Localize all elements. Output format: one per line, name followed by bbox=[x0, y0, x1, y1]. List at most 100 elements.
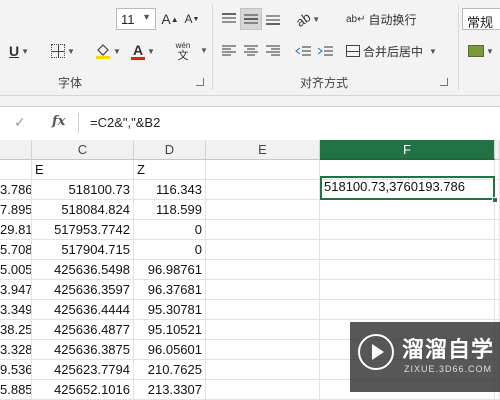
grid-cell[interactable] bbox=[495, 220, 500, 240]
align-center-button[interactable] bbox=[240, 40, 262, 62]
grid-cell[interactable]: 425636.4877 bbox=[32, 320, 134, 340]
grid-cell[interactable] bbox=[206, 300, 320, 320]
grid-cell[interactable]: 425623.7794 bbox=[32, 360, 134, 380]
grid-cell[interactable]: 38.25 bbox=[0, 320, 32, 340]
grid-cell[interactable] bbox=[320, 260, 495, 280]
grid-cell[interactable]: 425636.5498 bbox=[32, 260, 134, 280]
grid-cell[interactable]: 425636.3597 bbox=[32, 280, 134, 300]
active-cell-f2[interactable]: 518100.73,3760193.786 bbox=[320, 176, 498, 203]
grid-cell[interactable] bbox=[206, 280, 320, 300]
grid-cell[interactable]: 5.708 bbox=[0, 240, 32, 260]
grid-cell[interactable]: 96.37681 bbox=[134, 280, 206, 300]
column-header-e[interactable]: E bbox=[206, 140, 320, 160]
grid-cell[interactable] bbox=[320, 240, 495, 260]
align-left-button[interactable] bbox=[218, 40, 240, 62]
grid-cell[interactable] bbox=[206, 220, 320, 240]
grid-cell[interactable] bbox=[206, 160, 320, 180]
grid-cell[interactable]: 5.005 bbox=[0, 260, 32, 280]
grid-cell[interactable]: 3.947 bbox=[0, 280, 32, 300]
grid-cell[interactable] bbox=[320, 300, 495, 320]
currency-format-button[interactable]: ▼ bbox=[466, 40, 496, 62]
grid-cell[interactable]: 425636.4444 bbox=[32, 300, 134, 320]
grid-cell[interactable] bbox=[206, 380, 320, 400]
grid-cell[interactable]: 425636.3875 bbox=[32, 340, 134, 360]
grid-cell[interactable]: 95.30781 bbox=[134, 300, 206, 320]
grid-cell[interactable]: 3.786 bbox=[0, 180, 32, 200]
grid-cell[interactable]: 517904.715 bbox=[32, 240, 134, 260]
grid-cell[interactable]: 96.98761 bbox=[134, 260, 206, 280]
grid-cell[interactable] bbox=[206, 260, 320, 280]
font-group-label: 字体 bbox=[58, 76, 83, 90]
font-size-select[interactable]: 11 ▼ bbox=[116, 8, 156, 30]
alignment-dialog-launcher-icon[interactable] bbox=[440, 78, 448, 86]
merge-center-button[interactable]: 合并后居中 ▼ bbox=[346, 40, 446, 62]
grid-cell[interactable]: 9.536 bbox=[0, 360, 32, 380]
grid-cell[interactable] bbox=[495, 160, 500, 180]
align-middle-button[interactable] bbox=[240, 8, 262, 30]
grid-cell[interactable] bbox=[320, 200, 495, 220]
grid-cell[interactable]: 210.7625 bbox=[134, 360, 206, 380]
grid-cell[interactable]: 0 bbox=[134, 240, 206, 260]
underline-button[interactable]: U ▼ bbox=[4, 40, 34, 62]
grid-cell[interactable]: 5.885 bbox=[0, 380, 32, 400]
grid-cell[interactable] bbox=[0, 160, 32, 180]
grid-cell[interactable]: 7.895 bbox=[0, 200, 32, 220]
grid-cell[interactable] bbox=[320, 280, 495, 300]
column-header-c[interactable]: C bbox=[32, 140, 134, 160]
grid-cell[interactable]: 425652.1016 bbox=[32, 380, 134, 400]
grid-cell[interactable] bbox=[206, 180, 320, 200]
insert-function-icon[interactable]: fx bbox=[52, 114, 65, 129]
grid-cell[interactable]: Z bbox=[134, 160, 206, 180]
grid-cell[interactable]: 3.349 bbox=[0, 300, 32, 320]
increase-indent-button[interactable] bbox=[314, 40, 336, 62]
grid-cell[interactable]: 517953.7742 bbox=[32, 220, 134, 240]
formula-input[interactable]: =C2&","&B2 bbox=[90, 115, 160, 130]
shrink-font-button[interactable]: A ▼ bbox=[182, 8, 202, 30]
grid-cell[interactable]: 29.81 bbox=[0, 220, 32, 240]
grid-cell[interactable] bbox=[206, 340, 320, 360]
grid-cell[interactable]: 96.05601 bbox=[134, 340, 206, 360]
orientation-button[interactable]: ab ▼ bbox=[292, 8, 324, 30]
grid-cell[interactable]: 95.10521 bbox=[134, 320, 206, 340]
fill-handle[interactable] bbox=[492, 197, 498, 203]
font-dialog-launcher-icon[interactable] bbox=[196, 78, 204, 86]
chevron-down-icon[interactable]: ▼ bbox=[200, 46, 208, 55]
grid-cell[interactable]: E bbox=[32, 160, 134, 180]
align-top-button[interactable] bbox=[218, 8, 240, 30]
grid-cell[interactable] bbox=[495, 300, 500, 320]
align-bottom-button[interactable] bbox=[262, 8, 284, 30]
grid-cell[interactable]: 518100.73 bbox=[32, 180, 134, 200]
enter-check-icon[interactable]: ✓ bbox=[14, 114, 26, 131]
grid-cell[interactable] bbox=[495, 240, 500, 260]
grid-cell[interactable] bbox=[495, 200, 500, 220]
grid-cell[interactable]: 116.343 bbox=[134, 180, 206, 200]
column-header-f[interactable]: F bbox=[320, 140, 495, 160]
grid-cell[interactable] bbox=[206, 240, 320, 260]
align-bottom-icon bbox=[266, 15, 280, 25]
wrap-text-button[interactable]: ab↵ 自动换行 bbox=[346, 8, 422, 30]
grid-cell[interactable] bbox=[206, 360, 320, 380]
grid-cell[interactable]: 3.328 bbox=[0, 340, 32, 360]
grid-cell[interactable] bbox=[495, 280, 500, 300]
phonetic-guide-button[interactable]: wén 文 bbox=[168, 38, 198, 64]
grid-cell[interactable] bbox=[206, 320, 320, 340]
grow-font-button[interactable]: A ▲ bbox=[160, 8, 180, 30]
column-header-b[interactable] bbox=[0, 140, 32, 160]
grid-cell[interactable]: 518084.824 bbox=[32, 200, 134, 220]
grid-cell[interactable] bbox=[495, 260, 500, 280]
grid-cell[interactable]: 213.3307 bbox=[134, 380, 206, 400]
column-header-g[interactable] bbox=[495, 140, 500, 160]
grid-cell[interactable]: 0 bbox=[134, 220, 206, 240]
fill-color-button[interactable]: ▼ bbox=[90, 40, 126, 62]
align-right-button[interactable] bbox=[262, 40, 284, 62]
number-format-select[interactable]: 常规 bbox=[462, 8, 500, 30]
grid-cell[interactable] bbox=[320, 220, 495, 240]
underline-label: U bbox=[8, 43, 20, 59]
font-color-letter: A bbox=[132, 42, 144, 58]
borders-button[interactable]: ▼ bbox=[48, 40, 78, 62]
decrease-indent-button[interactable] bbox=[292, 40, 314, 62]
column-header-d[interactable]: D bbox=[134, 140, 206, 160]
font-color-button[interactable]: A ▼ bbox=[128, 40, 158, 62]
grid-cell[interactable]: 118.599 bbox=[134, 200, 206, 220]
grid-cell[interactable] bbox=[206, 200, 320, 220]
